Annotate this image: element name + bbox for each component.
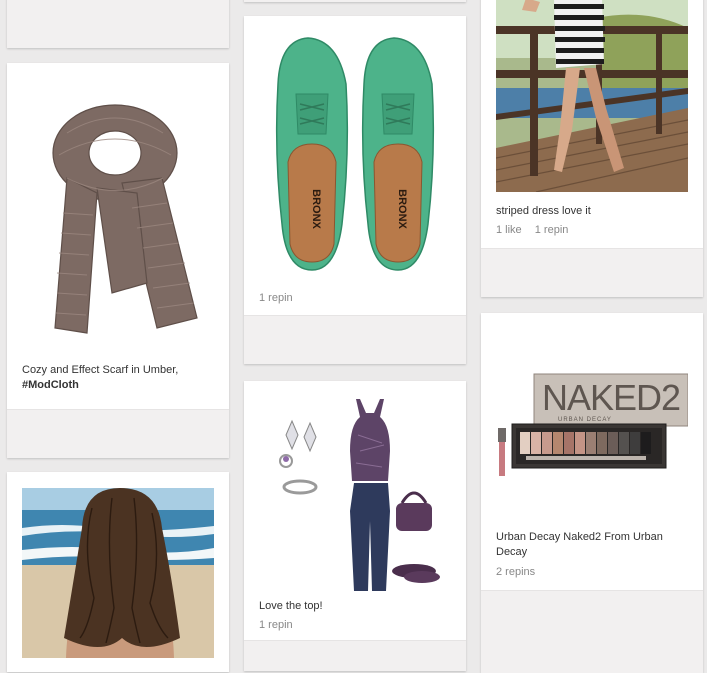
- shoe-brand-label: BRONX: [396, 189, 408, 229]
- palette-brand-small: URBAN DECAY: [558, 417, 612, 423]
- repin-count[interactable]: 1 repin: [259, 292, 293, 304]
- pin-card-top-left[interactable]: [7, 0, 229, 48]
- shoe-brand-label: BRONX: [310, 189, 322, 229]
- pin-description-text: striped dress love it: [496, 205, 591, 217]
- scarf-image[interactable]: [27, 83, 207, 353]
- repin-count[interactable]: 1 repin: [259, 619, 293, 631]
- pin-footer: [7, 0, 229, 48]
- pin-card-scarf[interactable]: Cozy and Effect Scarf in Umber, #ModClot…: [7, 63, 229, 458]
- pin-card-dress[interactable]: striped dress love it 1 like 1 repin: [481, 0, 703, 297]
- pin-description: Love the top!: [259, 599, 451, 614]
- pin-stats: 1 like 1 repin: [496, 224, 578, 236]
- pin-description-text: Love the top!: [259, 600, 323, 612]
- pin-description-text: Cozy and Effect Scarf in Umber,: [22, 364, 179, 376]
- pin-description: Cozy and Effect Scarf in Umber, #ModClot…: [22, 363, 214, 393]
- pin-hashtag-link[interactable]: #ModCloth: [22, 379, 79, 391]
- pin-card-shoes[interactable]: BRONX BRONX 1 repin: [244, 16, 466, 364]
- repin-count[interactable]: 2 repins: [496, 566, 535, 578]
- pin-card-outfit[interactable]: Love the top! 1 repin: [244, 381, 466, 671]
- outfit-image[interactable]: [264, 391, 449, 591]
- pin-card-top-middle[interactable]: [244, 0, 466, 2]
- pin-card-palette[interactable]: NAKED2 URBAN DECAY Urban Decay Naked2 Fr…: [481, 313, 703, 673]
- pin-stats: 1 repin: [259, 292, 303, 304]
- pin-description-text: Urban Decay Naked2 From Urban Decay: [496, 531, 663, 558]
- pin-footer: [244, 640, 466, 671]
- pin-description: Urban Decay Naked2 From Urban Decay: [496, 530, 681, 560]
- like-count[interactable]: 1 like: [496, 224, 522, 236]
- pin-card-hair[interactable]: [7, 472, 229, 672]
- pin-footer: [7, 409, 229, 458]
- pin-stats: 2 repins: [496, 566, 545, 578]
- hair-image[interactable]: [22, 488, 214, 658]
- palette-image[interactable]: NAKED2 URBAN DECAY: [496, 368, 688, 483]
- palette-brand-big: NAKED2: [542, 377, 680, 418]
- shoes-image[interactable]: BRONX BRONX: [266, 34, 444, 282]
- pin-description: striped dress love it: [496, 204, 688, 219]
- pin-footer: [481, 248, 703, 297]
- dress-image[interactable]: [496, 0, 688, 192]
- pin-footer: [481, 590, 703, 673]
- pin-footer: [244, 0, 466, 2]
- repin-count[interactable]: 1 repin: [535, 224, 569, 236]
- pin-footer: [244, 315, 466, 364]
- pin-stats: 1 repin: [259, 619, 303, 631]
